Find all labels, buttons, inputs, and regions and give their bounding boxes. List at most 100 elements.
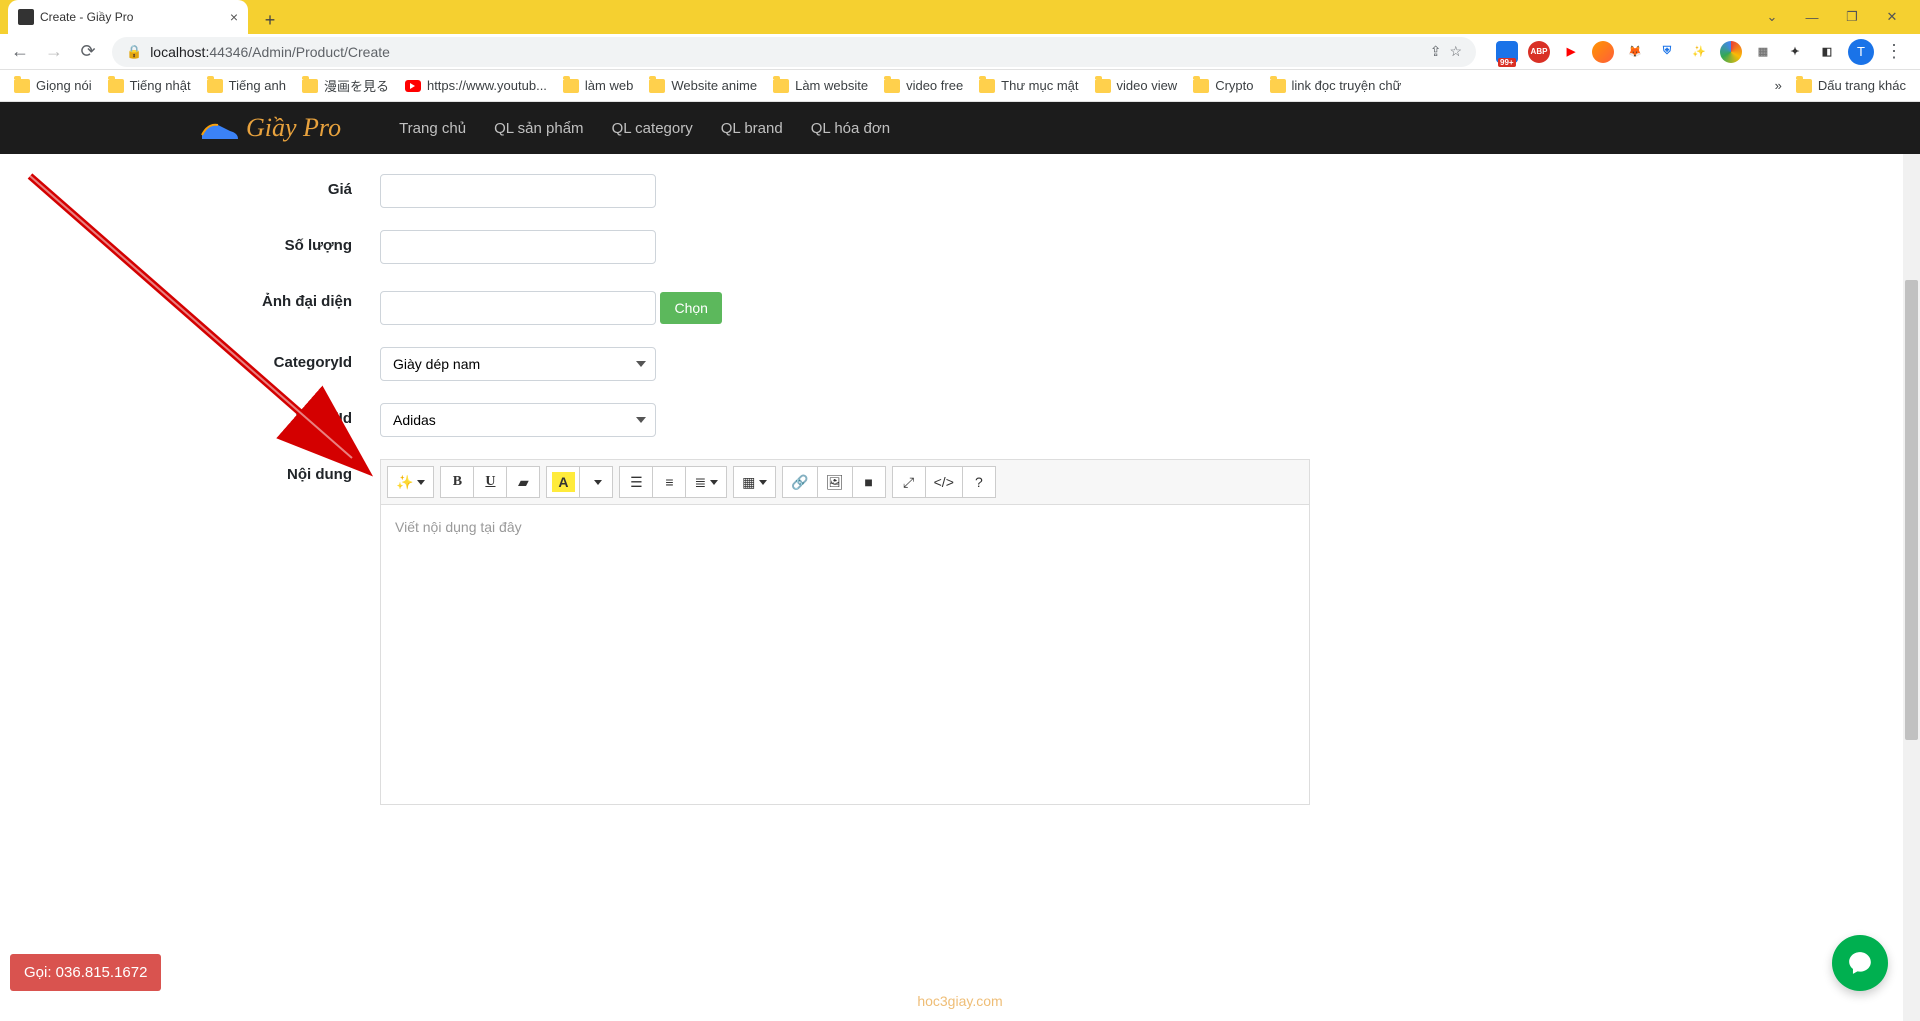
fullscreen-icon: ⤢ [903,474,914,491]
editor-toolbar: ✨ B U ▰ A ☰ ≡ ≣ ▦ [380,459,1310,505]
bookmark-item[interactable]: Tiếng nhật [108,78,191,93]
scrollbar-track[interactable] [1903,154,1920,1021]
dropdown-icon[interactable]: ⌄ [1762,9,1782,25]
bookmark-item[interactable]: Giọng nói [14,78,92,93]
bookmarks-bar: Giọng nói Tiếng nhật Tiếng anh 漫画を見る htt… [0,70,1920,102]
ext-icon-blue[interactable]: 99+ [1496,41,1518,63]
abp-icon[interactable]: ABP [1528,41,1550,63]
forward-icon[interactable]: → [44,41,64,62]
ext-icon-shield[interactable]: ⛨ [1656,41,1678,63]
logo-text: Giầy Pro [246,113,341,143]
folder-icon [108,79,124,93]
editor-eraser-button[interactable]: ▰ [506,466,540,498]
profile-avatar[interactable]: T [1848,39,1874,65]
sidepanel-icon[interactable]: ◧ [1816,41,1838,63]
editor-help-button[interactable]: ? [962,466,996,498]
scrollbar-thumb[interactable] [1905,280,1918,740]
nav-link-home[interactable]: Trang chủ [399,120,466,137]
editor-underline-button[interactable]: U [473,466,507,498]
editor-table-button[interactable]: ▦ [733,466,776,498]
editor-paragraph-button[interactable]: ≣ [685,466,727,498]
tab-favicon [18,9,34,25]
editor-content-area[interactable]: Viết nội dụng tại đây [380,505,1310,805]
reload-icon[interactable]: ⟳ [78,41,98,62]
url-host: localhost: [150,44,209,60]
ext-icon-sparkle[interactable]: ✨ [1688,41,1710,63]
play-icon[interactable]: ▶ [1560,41,1582,63]
tab-close-icon[interactable]: × [230,9,238,25]
maximize-icon[interactable]: ❐ [1842,9,1862,25]
editor-code-button[interactable]: </> [925,466,963,498]
site-logo[interactable]: Giầy Pro [200,113,341,143]
link-icon: 🔗 [791,474,808,491]
magic-wand-icon: ✨ [396,474,413,491]
editor-link-button[interactable]: 🔗 [782,466,817,498]
bookmark-item[interactable]: video view [1095,78,1178,93]
form-row-price: Giá [0,174,1902,208]
bookmark-item[interactable]: Crypto [1193,78,1253,93]
editor-image-button[interactable]: 🖼 [817,466,853,498]
nav-link-brand[interactable]: QL brand [721,120,783,137]
bookmark-overflow[interactable]: » [1775,78,1782,93]
folder-icon [1796,79,1812,93]
folder-icon [979,79,995,93]
bookmark-item[interactable]: làm web [563,78,633,93]
ext-icon-fox[interactable]: 🦊 [1624,41,1646,63]
share-icon[interactable]: ⇪ [1430,43,1442,60]
folder-icon [884,79,900,93]
folder-icon [207,79,223,93]
bookmark-other[interactable]: Dấu trang khác [1796,78,1906,93]
address-bar[interactable]: 🔒 localhost:44346/Admin/Product/Create ⇪… [112,37,1476,67]
folder-icon [1193,79,1209,93]
nav-link-invoice[interactable]: QL hóa đơn [811,120,890,137]
new-tab-button[interactable]: + [256,6,284,34]
nav-link-products[interactable]: QL sản phẩm [494,120,584,137]
bookmark-item[interactable]: https://www.youtub... [405,78,547,93]
list-ul-icon: ☰ [630,474,643,491]
input-quantity[interactable] [380,230,656,264]
menu-dots-icon[interactable]: ⋮ [1884,41,1904,62]
editor-ol-button[interactable]: ≡ [652,466,686,498]
editor-style-button[interactable]: ✨ [387,466,434,498]
chat-bubble-icon [1847,950,1873,976]
back-icon[interactable]: ← [10,41,30,62]
site-navbar: Giầy Pro Trang chủ QL sản phẩm QL catego… [0,102,1920,154]
bookmark-item[interactable]: Tiếng anh [207,78,286,93]
extensions-puzzle-icon[interactable]: ✦ [1784,41,1806,63]
editor-bold-button[interactable]: B [440,466,474,498]
input-price[interactable] [380,174,656,208]
ext-icon-grid[interactable]: ▦ [1752,41,1774,63]
folder-icon [1095,79,1111,93]
label-category: CategoryId [0,347,380,371]
bookmark-item[interactable]: link đọc truyện chữ [1270,78,1402,93]
label-quantity: Số lượng [0,230,380,254]
editor-color-button[interactable]: A [546,466,580,498]
folder-icon [649,79,665,93]
editor-ul-button[interactable]: ☰ [619,466,653,498]
ext-icon-orange[interactable] [1592,41,1614,63]
editor-video-button[interactable]: ■ [852,466,886,498]
select-category[interactable]: Giày dép nam [380,347,656,381]
nav-link-category[interactable]: QL category [612,120,693,137]
minimize-icon[interactable]: — [1802,10,1822,25]
bookmark-item[interactable]: video free [884,78,963,93]
star-icon[interactable]: ☆ [1449,43,1462,60]
call-badge[interactable]: Gọi: 036.815.1672 [10,954,161,991]
tab-title: Create - Giầy Pro [40,10,224,24]
bookmark-item[interactable]: Làm website [773,78,868,93]
bookmark-item[interactable]: Thư mục mật [979,78,1078,93]
chat-fab-button[interactable] [1832,935,1888,991]
input-avatar[interactable] [380,291,656,325]
browser-toolbar: ← → ⟳ 🔒 localhost:44346/Admin/Product/Cr… [0,34,1920,70]
editor-fullscreen-button[interactable]: ⤢ [892,466,926,498]
editor-color-dropdown[interactable] [579,466,613,498]
close-window-icon[interactable]: ✕ [1882,9,1902,25]
table-icon: ▦ [742,474,755,491]
ext-icon-gradient[interactable] [1720,41,1742,63]
select-brand[interactable]: Adidas [380,403,656,437]
bookmark-item[interactable]: 漫画を見る [302,76,389,95]
browser-tab[interactable]: Create - Giầy Pro × [8,0,248,34]
choose-button[interactable]: Chọn [660,292,721,324]
bookmark-item[interactable]: Website anime [649,78,757,93]
watermark-text: hoc3giay.com [917,993,1002,1009]
